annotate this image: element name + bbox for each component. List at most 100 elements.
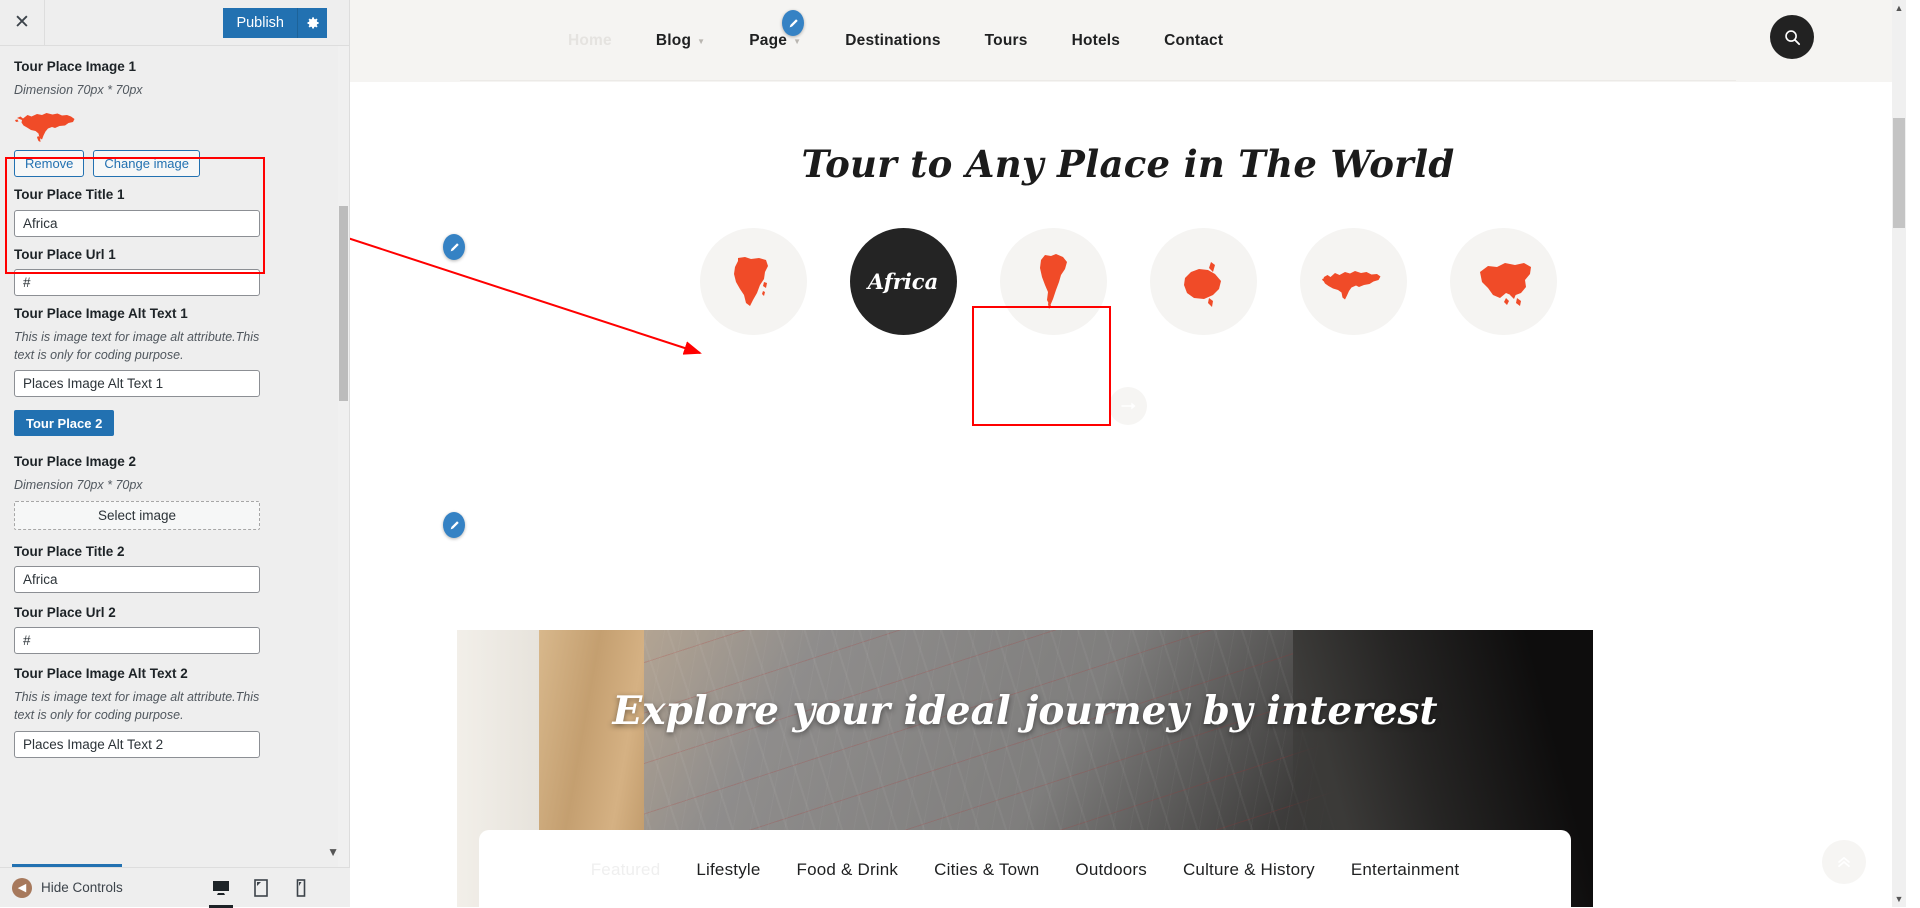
- chevron-down-icon[interactable]: ▼: [327, 845, 339, 859]
- tour-place-url-1-input[interactable]: [14, 268, 260, 296]
- tab-featured[interactable]: Featured: [591, 860, 661, 880]
- chevron-down-icon: ▼: [793, 36, 802, 46]
- arrow-right-icon: [1120, 402, 1136, 410]
- nav-item-blog[interactable]: Blog ▼: [656, 32, 705, 50]
- nav-label: Destinations: [845, 32, 941, 49]
- scroll-up-icon[interactable]: ▲: [1892, 0, 1906, 16]
- chevron-double-up-icon: [1838, 856, 1850, 868]
- control-label: Tour Place Url 2: [14, 604, 116, 620]
- asia-map-icon: [1480, 262, 1531, 306]
- tab-food-and-drink[interactable]: Food & Drink: [797, 860, 899, 880]
- customizer-scrollbar[interactable]: [338, 46, 349, 867]
- place-circle-africa-2[interactable]: Africa: [849, 228, 957, 335]
- europe-map-icon: [1322, 270, 1381, 299]
- nav-label: Tours: [984, 32, 1028, 49]
- nav-label: Contact: [1164, 32, 1224, 49]
- back-to-top-button[interactable]: [1822, 840, 1866, 884]
- nav-item-tours[interactable]: Tours: [985, 32, 1028, 50]
- site-header: Home Blog ▼ Page ▼ Destinations Tours Ho…: [350, 0, 1906, 82]
- control-description: This is image text for image alt attribu…: [14, 330, 260, 363]
- south-america-map-icon: [1040, 253, 1067, 309]
- main-navigation: Home Blog ▼ Page ▼ Destinations Tours Ho…: [568, 32, 1223, 50]
- tour-place-alt-2-input[interactable]: [14, 730, 260, 758]
- pencil-icon: [450, 520, 459, 529]
- place-label: Africa: [867, 269, 939, 294]
- customizer-scrollbar-thumb[interactable]: [339, 206, 348, 401]
- africa-map-icon: [734, 256, 768, 306]
- nav-item-contact[interactable]: Contact: [1164, 32, 1223, 50]
- site-preview: Home Blog ▼ Page ▼ Destinations Tours Ho…: [350, 0, 1906, 907]
- control-label: Tour Place Image Alt Text 2: [14, 666, 188, 682]
- image-action-buttons: Remove Change image: [14, 150, 335, 178]
- nav-label: Home: [568, 32, 612, 49]
- nav-label: Hotels: [1071, 32, 1121, 49]
- control-label: Tour Place Title 1: [14, 187, 125, 203]
- gear-icon[interactable]: [297, 8, 327, 38]
- tour-place-2-button[interactable]: Tour Place 2: [14, 410, 115, 437]
- tab-outdoors[interactable]: Outdoors: [1075, 860, 1147, 880]
- place-circle-europe[interactable]: [1299, 228, 1407, 335]
- desktop-glyph: [213, 880, 229, 895]
- control-tour-place-url-1: Tour Place Url 1: [14, 246, 335, 296]
- nav-label: Blog: [655, 32, 692, 49]
- tab-lifestyle[interactable]: Lifestyle: [696, 860, 760, 880]
- page-title: Tour to Any Place in The World: [801, 142, 1455, 186]
- desktop-icon[interactable]: [206, 868, 236, 908]
- tour-place-url-2-input[interactable]: [14, 627, 260, 655]
- change-image-button[interactable]: Change image: [93, 150, 200, 178]
- place-circle-asia[interactable]: [1449, 228, 1557, 335]
- pencil-icon: [450, 242, 459, 251]
- nav-item-hotels[interactable]: Hotels: [1072, 32, 1121, 50]
- tablet-glyph: [254, 878, 268, 897]
- place-circle-south-america[interactable]: [999, 228, 1107, 335]
- preview-scrollbar[interactable]: ▲ ▼: [1892, 0, 1906, 907]
- control-tour-place-title-1: Tour Place Title 1: [14, 186, 335, 237]
- europe-map-thumbnail-icon: [15, 113, 75, 143]
- publish-button[interactable]: Publish: [223, 8, 297, 38]
- edit-pin-explore-section[interactable]: [443, 512, 465, 538]
- control-tour-place-url-2: Tour Place Url 2: [14, 604, 335, 655]
- mobile-glyph: [296, 878, 306, 897]
- publish-button-group: Publish: [223, 8, 327, 38]
- tour-place-2-section-button-wrap: Tour Place 2: [14, 410, 335, 437]
- nav-label: Page: [749, 32, 788, 49]
- control-tour-place-image-1: Tour Place Image 1 Dimension 70px * 70px…: [14, 58, 335, 178]
- tour-places-section: Tour to Any Place in The World Africa: [350, 82, 1906, 426]
- preview-scrollbar-thumb[interactable]: [1893, 118, 1905, 228]
- place-circle-australia[interactable]: [1149, 228, 1257, 335]
- control-label: Tour Place Title 2: [14, 543, 125, 559]
- scroll-down-icon[interactable]: ▼: [1892, 891, 1906, 907]
- search-icon: [1784, 29, 1800, 45]
- header-divider: [460, 80, 1736, 81]
- pencil-icon: [789, 18, 798, 27]
- search-button[interactable]: [1770, 15, 1814, 59]
- place-circle-africa-1[interactable]: [699, 228, 807, 335]
- control-tour-place-title-2: Tour Place Title 2: [14, 543, 335, 593]
- control-description: Dimension 70px * 70px: [14, 83, 143, 98]
- control-tour-place-alt-1: Tour Place Image Alt Text 1 This is imag…: [14, 305, 335, 398]
- collapse-left-icon: ◀: [12, 877, 32, 898]
- next-slide-button[interactable]: [1109, 387, 1147, 425]
- tour-place-alt-1-input[interactable]: [14, 370, 260, 398]
- customizer-footer: ◀ Hide Controls: [0, 867, 350, 908]
- tab-culture-and-history[interactable]: Culture & History: [1183, 860, 1315, 880]
- control-tour-place-alt-2: Tour Place Image Alt Text 2 This is imag…: [14, 665, 335, 758]
- close-icon[interactable]: ✕: [0, 0, 45, 45]
- control-label: Tour Place Image 1: [14, 59, 137, 74]
- tablet-icon[interactable]: [246, 868, 276, 908]
- customizer-controls-list: Tour Place Image 1 Dimension 70px * 70px…: [0, 46, 349, 867]
- hide-controls-button[interactable]: ◀ Hide Controls: [0, 877, 123, 898]
- nav-item-home[interactable]: Home: [568, 32, 612, 50]
- nav-item-destinations[interactable]: Destinations: [845, 32, 940, 50]
- tab-entertainment[interactable]: Entertainment: [1351, 860, 1459, 880]
- tour-place-title-1-input[interactable]: [14, 209, 260, 237]
- chevron-down-icon: ▼: [697, 36, 706, 46]
- tour-place-title-2-input[interactable]: [14, 565, 260, 593]
- select-image-button[interactable]: Select image: [14, 500, 260, 530]
- edit-pin-navigation[interactable]: [782, 10, 804, 36]
- mobile-icon[interactable]: [286, 868, 316, 908]
- edit-pin-tour-section[interactable]: [443, 234, 465, 260]
- tab-cities-and-town[interactable]: Cities & Town: [934, 860, 1039, 880]
- remove-image-button[interactable]: Remove: [14, 150, 85, 178]
- interest-tabs: Featured Lifestyle Food & Drink Cities &…: [479, 830, 1571, 907]
